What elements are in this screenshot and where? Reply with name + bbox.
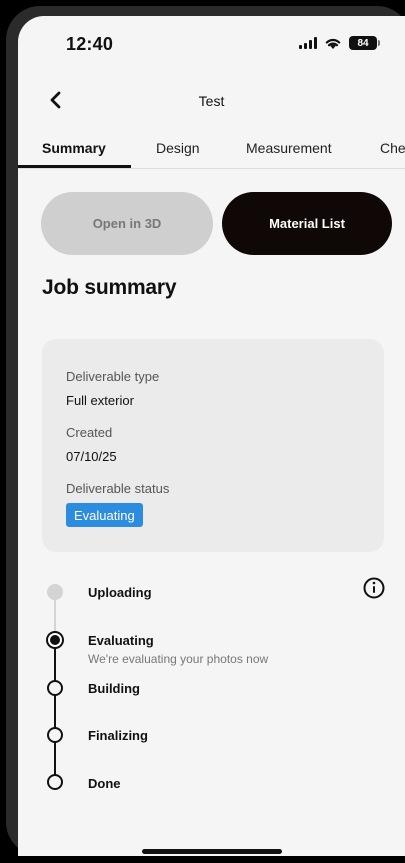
progress-timeline: Uploading Evaluating We're evaluating yo… [18, 576, 405, 816]
step-evaluating-description: We're evaluating your photos now [88, 652, 269, 666]
job-summary-card: Deliverable type Full exterior Created 0… [42, 339, 384, 552]
step-uploading: Uploading [88, 585, 152, 600]
app-screen: 12:40 84 Test Summary Design Measurement… [18, 16, 405, 856]
timeline-dot-uploading [47, 584, 63, 600]
battery-icon: 84 [349, 36, 380, 50]
active-tab-indicator [18, 165, 131, 168]
tab-measurement[interactable]: Measurement [246, 140, 332, 156]
status-icons: 84 [299, 36, 380, 50]
tab-bar: Summary Design Measurement Che [18, 136, 405, 169]
step-evaluating: Evaluating [88, 633, 154, 648]
step-finalizing: Finalizing [88, 728, 148, 743]
step-done: Done [88, 776, 121, 791]
signal-icon [299, 37, 317, 49]
tab-summary[interactable]: Summary [42, 140, 106, 156]
material-list-button[interactable]: Material List [222, 192, 392, 255]
deliverable-status-label: Deliverable status [66, 481, 170, 496]
tab-design[interactable]: Design [156, 140, 200, 156]
timeline-dot-finalizing [47, 727, 63, 743]
timeline-line-pending [54, 640, 56, 784]
created-value: 07/10/25 [66, 449, 117, 464]
deliverable-type-label: Deliverable type [66, 369, 160, 384]
created-label: Created [66, 425, 113, 440]
timeline-dot-building [47, 680, 63, 696]
status-bar: 12:40 84 [18, 16, 405, 72]
home-indicator [142, 849, 282, 854]
page-title: Test [198, 93, 225, 109]
step-building: Building [88, 681, 140, 696]
tab-checklist[interactable]: Che [380, 140, 405, 156]
timeline-dot-evaluating [46, 631, 64, 649]
top-navigation: Test [18, 84, 405, 118]
open-in-3d-button[interactable]: Open in 3D [41, 192, 213, 255]
status-badge: Evaluating [66, 503, 143, 527]
deliverable-type-value: Full exterior [66, 393, 134, 408]
status-time: 12:40 [66, 34, 114, 54]
info-button[interactable] [362, 576, 386, 600]
wifi-icon [325, 38, 341, 49]
timeline-dot-done [47, 774, 63, 790]
job-summary-title: Job summary [42, 276, 177, 299]
